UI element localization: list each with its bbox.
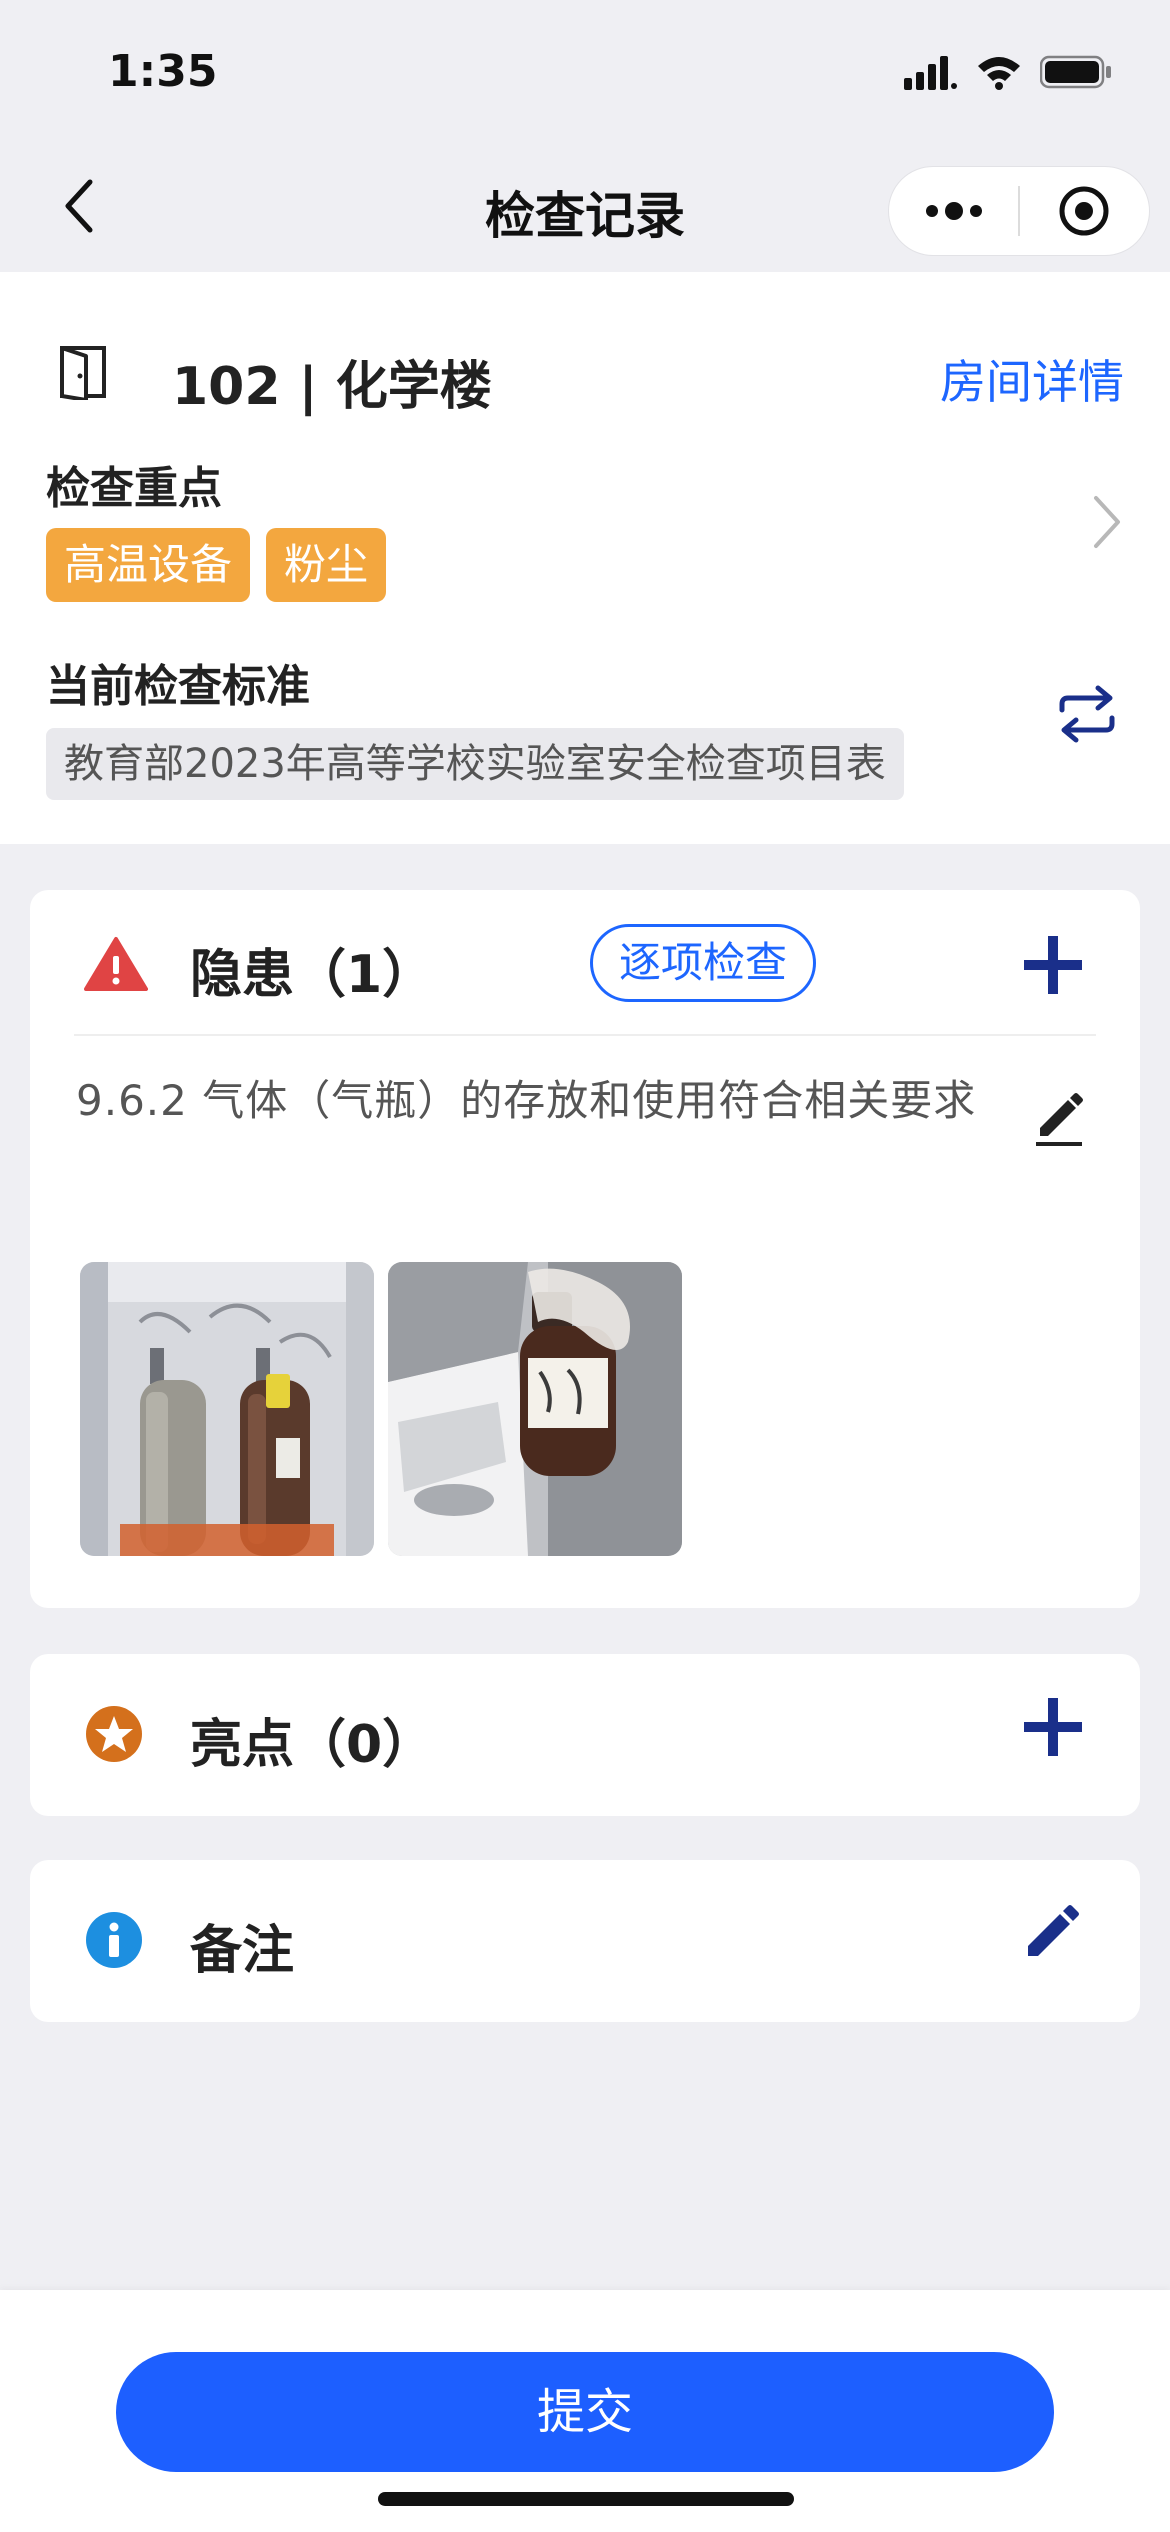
focus-tag: 高温设备 (46, 528, 251, 602)
edit-hazard-icon[interactable] (1034, 1086, 1084, 1148)
hazard-photo-waste-bottle[interactable] (388, 1262, 682, 1556)
status-icons (904, 54, 1112, 90)
waste-bottle-image (388, 1262, 682, 1556)
status-time: 1:35 (108, 46, 218, 97)
current-standard-value: 教育部2023年高等学校实验室安全检查项目表 (46, 728, 904, 800)
note-card: 备注 (30, 1860, 1140, 2022)
cellular-signal-icon (904, 56, 957, 90)
status-bar: 1:35 (0, 0, 1170, 140)
info-icon (86, 1912, 142, 1968)
hazard-photos (80, 1262, 682, 1556)
add-highlight-button[interactable] (1022, 1696, 1084, 1758)
room-detail-link[interactable]: 房间详情 (940, 346, 1124, 412)
focus-tags[interactable]: 高温设备 粉尘 (46, 528, 387, 602)
check-each-button[interactable]: 逐项检查 (590, 924, 817, 1002)
edit-note-icon[interactable] (1022, 1900, 1084, 1962)
switch-standard-icon[interactable] (1054, 684, 1120, 744)
divider (74, 1034, 1096, 1036)
hazard-title: 隐患（1） (190, 945, 435, 1005)
more-button[interactable] (889, 167, 1018, 255)
hazard-photo-gas-cylinders[interactable] (80, 1262, 374, 1556)
inspection-focus-label: 检查重点 (46, 463, 222, 514)
hazard-card: 隐患（1） 逐项检查 9.6.2 气体（气瓶）的存放和使用符合相关要求 (30, 890, 1140, 1608)
chevron-right-icon[interactable] (1090, 492, 1124, 552)
target-close-icon (1059, 186, 1109, 236)
miniprogram-capsule (888, 166, 1150, 256)
home-indicator (378, 2492, 794, 2506)
close-miniprogram-button[interactable] (1020, 167, 1149, 255)
more-dots-icon (925, 202, 982, 220)
wifi-icon (978, 57, 1020, 90)
room-info-section: 102 | 化学楼 房间详情 检查重点 高温设备 粉尘 当前检查标准 教育部20… (0, 272, 1170, 844)
battery-icon (1040, 55, 1111, 89)
door-icon (60, 346, 106, 400)
hazard-header: 隐患（1） 逐项检查 (30, 890, 1140, 1038)
room-row: 102 | 化学楼 房间详情 (0, 322, 1170, 422)
submit-button[interactable]: 提交 (116, 2352, 1054, 2472)
nav-bar: 检查记录 (0, 140, 1170, 272)
note-title: 备注 (190, 1921, 295, 1981)
hazard-item-text: 9.6.2 气体（气瓶）的存放和使用符合相关要求 (76, 1076, 977, 1125)
warning-icon (84, 937, 148, 991)
add-hazard-button[interactable] (1022, 934, 1084, 996)
highlight-title: 亮点（0） (190, 1715, 435, 1775)
focus-tag: 粉尘 (266, 528, 387, 602)
current-standard-label: 当前检查标准 (46, 661, 310, 712)
highlight-card: 亮点（0） (30, 1654, 1140, 1816)
gas-cylinders-image (80, 1262, 374, 1556)
room-name: 102 | 化学楼 (172, 357, 492, 417)
star-badge-icon (86, 1706, 142, 1762)
